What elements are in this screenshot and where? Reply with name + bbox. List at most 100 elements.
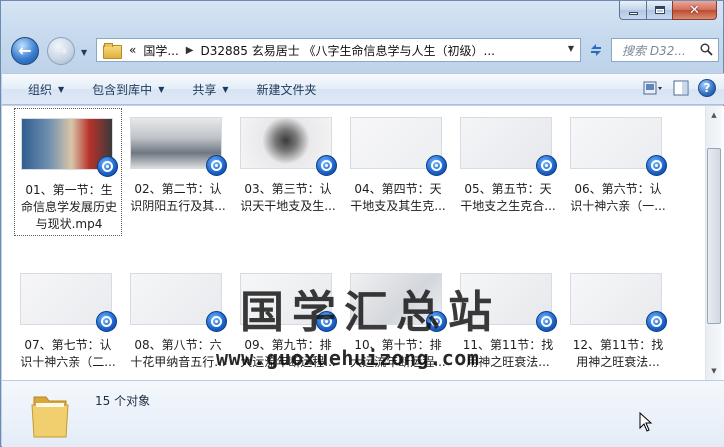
file-name-line: 识十神六亲（一... [570,199,666,213]
help-icon[interactable]: ? [698,79,716,97]
maximize-icon [654,6,665,14]
search-input[interactable]: 搜索 D32... [622,42,686,59]
file-name-label: 04、第四节：天 干地支及其生克... [344,181,452,215]
search-box[interactable]: 搜索 D32... [611,38,719,62]
include-in-library-label: 包含到库中 [92,82,153,97]
minimize-button[interactable] [619,1,646,20]
item-count: 15 个对象 [95,394,151,408]
refresh-icon [591,44,601,56]
chevron-down-icon: ▼ [222,84,229,94]
file-name-line: 命信息学发展历史 [20,200,117,214]
close-button[interactable]: ✕ [672,1,717,20]
file-name-line: 识阴阳五行及其... [130,199,226,213]
vertical-scrollbar[interactable]: ▲ ▼ [705,106,722,380]
film-reel-icon [541,316,552,327]
close-icon: ✕ [689,2,700,18]
film-reel-icon [651,316,662,327]
preview-pane-icon [673,80,689,96]
film-reel-icon [101,316,112,327]
command-bar: 组织 ▼ 包含到库中 ▼ 共享 ▼ 新建文件夹 ? [2,73,724,105]
video-thumbnail [350,117,447,176]
new-folder-button[interactable]: 新建文件夹 [251,77,323,101]
organize-label: 组织 [28,82,53,97]
chevron-down-icon: ▼ [158,84,165,94]
video-thumbnail [130,117,227,176]
share-menu[interactable]: 共享 ▼ [186,77,234,101]
preview-pane-button[interactable] [670,78,692,98]
include-in-library-menu[interactable]: 包含到库中 ▼ [86,77,170,101]
video-thumbnail [240,117,337,176]
explorer-window: ✕ ← → ▼ « 国学... ▶ D32885 玄易居士 《八字生命信息学与人… [0,0,724,447]
film-reel-icon [102,161,113,172]
video-thumbnail [20,273,117,332]
video-file-icon [536,155,557,176]
new-folder-label: 新建文件夹 [256,82,317,97]
file-view[interactable]: 01、第一节：生 命信息学发展历史 与现状.mp4 02、第二节：认 识阴阳五行及其..… [2,106,724,380]
watermark-title: 国学汇总站 [240,287,500,338]
video-thumbnail [130,273,227,332]
recent-pages-dropdown[interactable]: ▼ [81,48,87,57]
film-reel-icon [431,160,442,171]
refresh-button[interactable] [584,38,608,62]
scrollbar-thumb[interactable] [707,148,721,324]
file-name-line: 与现状.mp4 [35,217,103,231]
breadcrumb-item-current[interactable]: D32885 玄易居士 《八字生命信息学与人生（初级）... [201,42,496,59]
video-file-icon [96,311,117,332]
file-name-label: 01、第一节：生 命信息学发展历史 与现状.mp4 [15,182,123,233]
file-item[interactable]: 06、第六节：认 识十神六亲（一... [564,108,672,236]
breadcrumb-separator-icon[interactable]: ▶ [186,45,194,56]
change-view-button[interactable] [642,78,664,98]
file-name-label: 07、第七节：认 识十神六亲（二... [14,337,122,371]
share-label: 共享 [192,82,217,97]
file-name-line: 用神之旺衰法... [576,355,660,369]
file-name-label: 02、第二节：认 识阴阳五行及其... [124,181,232,215]
video-file-icon [646,311,667,332]
search-icon[interactable] [700,43,713,56]
watermark-url: www.guoxuehuizong.com [216,346,480,370]
mouse-cursor-icon [639,412,653,432]
file-item[interactable]: 03、第三节：认 识天干地支及生... [234,108,342,236]
file-name-line: 06、第六节：认 [574,182,662,196]
file-name-line: 干地支及其生克... [350,199,446,213]
folder-icon [103,43,122,59]
file-item[interactable]: 05、第五节：天 干地支之生克合... [454,108,562,236]
scroll-down-icon[interactable]: ▼ [706,363,722,379]
minimize-icon [628,11,638,15]
video-file-icon [97,156,118,177]
video-thumbnail [570,273,667,332]
file-name-label: 06、第六节：认 识十神六亲（一... [564,181,672,215]
file-item[interactable]: 01、第一节：生 命信息学发展历史 与现状.mp4 [14,108,122,236]
file-item[interactable]: 04、第四节：天 干地支及其生克... [344,108,452,236]
caption-buttons: ✕ [619,1,717,22]
video-thumbnail [460,117,557,176]
file-name-line: 07、第七节：认 [24,338,112,352]
address-bar[interactable]: « 国学... ▶ D32885 玄易居士 《八字生命信息学与人生（初级）...… [96,38,581,62]
details-pane: 15 个对象 [2,380,724,447]
forward-arrow-icon: → [54,41,68,60]
film-reel-icon [651,160,662,171]
file-name-line: 识十神六亲（二... [20,355,116,369]
file-item[interactable]: 12、第11节：找 用神之旺衰法... [564,264,672,380]
organize-menu[interactable]: 组织 ▼ [22,77,70,101]
film-reel-icon [321,160,332,171]
file-item[interactable]: 02、第二节：认 识阴阳五行及其... [124,108,232,236]
film-reel-icon [211,316,222,327]
back-button[interactable]: ← [11,37,39,65]
file-item[interactable]: 07、第七节：认 识十神六亲（二... [14,264,122,380]
scroll-up-icon[interactable]: ▲ [706,107,722,123]
file-name-label: 05、第五节：天 干地支之生克合... [454,181,562,215]
film-reel-icon [211,160,222,171]
film-reel-icon [541,160,552,171]
file-name-line: 12、第11节：找 [572,338,664,352]
video-thumbnail [21,118,118,177]
maximize-button[interactable] [646,1,672,20]
forward-button[interactable]: → [47,37,75,65]
file-name-line: 01、第一节：生 [25,183,113,197]
folder-icon [31,396,69,438]
navigation-bar: ← → ▼ « 国学... ▶ D32885 玄易居士 《八字生命信息学与人生（… [1,29,724,71]
file-name-label: 03、第三节：认 识天干地支及生... [234,181,342,215]
file-name-line: 03、第三节：认 [244,182,332,196]
breadcrumb-item-guoxue[interactable]: 国学... [143,42,178,59]
address-dropdown-icon[interactable]: ▼ [568,44,574,53]
breadcrumb-overflow[interactable]: « [129,43,136,57]
